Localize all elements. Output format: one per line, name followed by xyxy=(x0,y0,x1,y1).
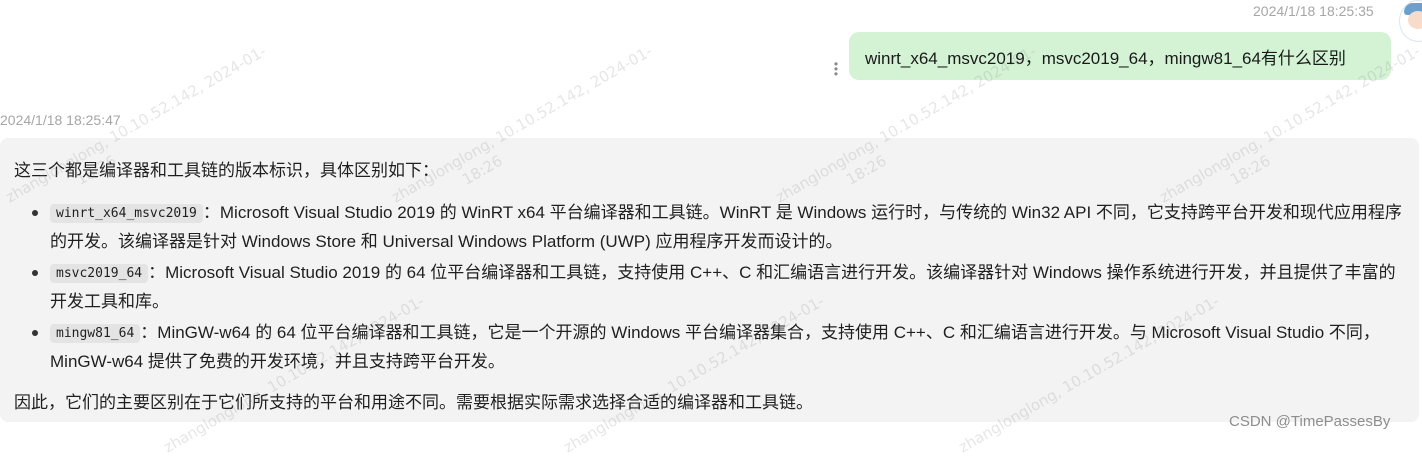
user-message-text: winrt_x64_msvc2019，msvc2019_64，mingw81_6… xyxy=(865,49,1346,68)
user-message-timestamp: 2024/1/18 18:25:35 xyxy=(1253,3,1374,19)
bullet-icon xyxy=(32,330,38,336)
bot-message-timestamp: 2024/1/18 18:25:47 xyxy=(0,112,121,128)
list-item-text: ：Microsoft Visual Studio 2019 的 64 位平台编译… xyxy=(50,263,1396,311)
bullet-icon xyxy=(32,210,38,216)
user-message-bubble: winrt_x64_msvc2019，msvc2019_64，mingw81_6… xyxy=(849,32,1391,80)
list-item: winrt_x64_msvc2019 ：Microsoft Visual Stud… xyxy=(14,199,1404,255)
user-avatar[interactable] xyxy=(1399,0,1422,42)
source-watermark: CSDN @TimePassesBy xyxy=(1229,413,1391,430)
bot-summary-text: 因此，它们的主要区别在于它们所支持的平台和用途不同。需要根据实际需求选择合适的编… xyxy=(14,393,813,412)
list-item: mingw81_64 ：MinGW-w64 的 64 位平台编译器和工具链，它是一… xyxy=(14,319,1404,375)
list-item-text: ：MinGW-w64 的 64 位平台编译器和工具链，它是一个开源的 Windo… xyxy=(50,323,1380,371)
bullet-icon xyxy=(32,270,38,276)
inline-code: msvc2019_64 xyxy=(50,264,149,283)
avatar-face xyxy=(1408,11,1422,29)
vertical-dots-icon[interactable]: • • • xyxy=(832,58,840,80)
bot-intro-text: 这三个都是编译器和工具链的版本标识，具体区别如下： xyxy=(14,161,439,180)
inline-code: winrt_x64_msvc2019 xyxy=(50,204,203,223)
list-item-text: ：Microsoft Visual Studio 2019 的 WinRT x6… xyxy=(50,203,1402,251)
list-item: msvc2019_64 ：Microsoft Visual Studio 2019… xyxy=(14,259,1404,315)
inline-code: mingw81_64 xyxy=(50,324,141,343)
compiler-list: winrt_x64_msvc2019 ：Microsoft Visual Stud… xyxy=(14,199,1404,379)
